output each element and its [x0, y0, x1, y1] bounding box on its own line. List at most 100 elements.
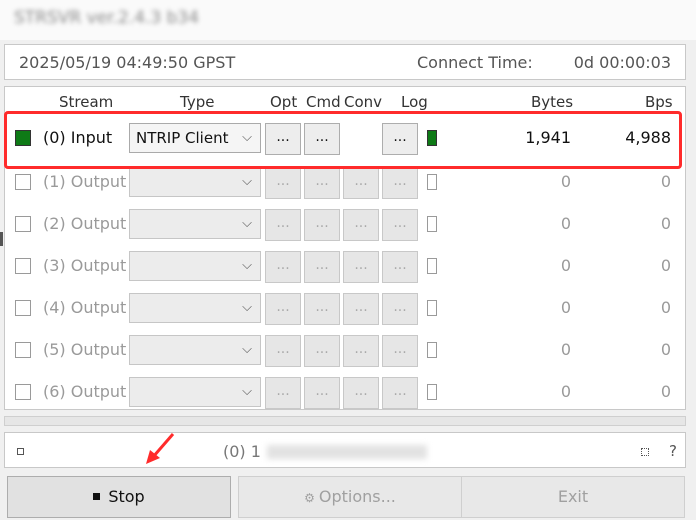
cmd-button-4[interactable]: ...	[304, 293, 340, 325]
exit-label: Exit	[557, 487, 589, 506]
chevron-down-icon: ⌵	[242, 384, 252, 399]
header-conv: Conv	[344, 93, 383, 111]
bytes-value-6: 0	[560, 382, 571, 401]
stop-icon	[93, 493, 101, 500]
bps-value-1: 0	[660, 172, 671, 191]
options-button[interactable]: ⚙ Options...	[238, 476, 462, 518]
bytes-value-5: 0	[560, 340, 571, 359]
window-edge	[0, 232, 3, 246]
chevron-down-icon: ⌵	[242, 342, 252, 357]
opt-button-3[interactable]: ...	[265, 251, 301, 283]
stream-type-select-5[interactable]: ⌵	[129, 335, 261, 365]
log-indicator-1	[427, 174, 437, 190]
log-indicator-3	[427, 258, 437, 274]
log-indicator-6	[427, 384, 437, 400]
header-stream: Stream	[59, 93, 114, 111]
log-indicator-4	[427, 300, 437, 316]
header-type: Type	[180, 93, 215, 111]
connect-time-label: Connect Time:	[417, 53, 533, 72]
stream-type-select-2[interactable]: ⌵	[129, 209, 261, 239]
log-button-0[interactable]: ...	[382, 123, 418, 155]
cmd-button-1[interactable]: ...	[304, 167, 340, 199]
log-indicator-0	[427, 130, 437, 146]
stop-label: Stop	[108, 487, 145, 506]
stream-checkbox-2[interactable]	[15, 216, 31, 232]
stream-row-3: (3) Output ⌵ ... ... ... ... 0 0	[5, 245, 685, 287]
cmd-button-3[interactable]: ...	[304, 251, 340, 283]
options-label: Options...	[318, 487, 396, 506]
stream-row-0: (0) Input NTRIP Client ⌵ ... ... ... 1,9…	[5, 117, 685, 159]
gear-icon: ⚙	[304, 491, 315, 505]
header-opt: Opt	[270, 93, 298, 111]
stream-checkbox-1[interactable]	[15, 174, 31, 190]
conv-button-5[interactable]: ...	[343, 335, 379, 367]
log-button-2[interactable]: ...	[382, 209, 418, 241]
stream-type-select-1[interactable]: ⌵	[129, 167, 261, 197]
log-button-5[interactable]: ...	[382, 335, 418, 367]
header-bytes: Bytes	[531, 93, 574, 111]
exit-button[interactable]: Exit	[461, 476, 685, 518]
annotation-arrow-icon	[146, 433, 175, 464]
log-button-1[interactable]: ...	[382, 167, 418, 199]
cmd-button-5[interactable]: ...	[304, 335, 340, 367]
stream-grid: Stream Type Opt Cmd Conv Log Bytes Bps (…	[4, 86, 686, 410]
message-indicator[interactable]	[17, 448, 24, 455]
log-button-4[interactable]: ...	[382, 293, 418, 325]
stream-row-2: (2) Output ⌵ ... ... ... ... 0 0	[5, 203, 685, 245]
stream-row-4: (4) Output ⌵ ... ... ... ... 0 0	[5, 287, 685, 329]
stream-checkbox-4[interactable]	[15, 300, 31, 316]
stream-type-select-3[interactable]: ⌵	[129, 251, 261, 281]
bytes-value-4: 0	[560, 298, 571, 317]
chevron-down-icon: ⌵	[242, 130, 252, 145]
opt-button-6[interactable]: ...	[265, 377, 301, 409]
stream-checkbox-3[interactable]	[15, 258, 31, 274]
bytes-value-2: 0	[560, 214, 571, 233]
bytes-value-0: 1,941	[525, 128, 571, 147]
stream-label-0: (0) Input	[43, 128, 113, 147]
stream-row-1: (1) Output ⌵ ... ... ... ... 0 0	[5, 161, 685, 203]
log-button-3[interactable]: ...	[382, 251, 418, 283]
stream-checkbox-6[interactable]	[15, 384, 31, 400]
conv-button-3[interactable]: ...	[343, 251, 379, 283]
connect-time-value: 0d 00:00:03	[573, 53, 671, 72]
message-panel: (0) 1 ?	[4, 432, 686, 468]
stream-type-select-0[interactable]: NTRIP Client ⌵	[129, 123, 261, 153]
header-bps: Bps	[645, 93, 673, 111]
conv-button-1[interactable]: ...	[343, 167, 379, 199]
stream-label-6: (6) Output	[43, 382, 127, 401]
stream-type-select-6[interactable]: ⌵	[129, 377, 261, 407]
stream-checkbox-5[interactable]	[15, 342, 31, 358]
stream-type-value-0: NTRIP Client	[136, 129, 229, 147]
opt-button-4[interactable]: ...	[265, 293, 301, 325]
window-title: STRSVR ver.2.4.3 b34	[14, 8, 200, 28]
opt-button-0[interactable]: ...	[265, 123, 301, 155]
conv-button-6[interactable]: ...	[343, 377, 379, 409]
log-indicator-5	[427, 342, 437, 358]
opt-button-2[interactable]: ...	[265, 209, 301, 241]
opt-button-5[interactable]: ...	[265, 335, 301, 367]
cmd-button-2[interactable]: ...	[304, 209, 340, 241]
stream-label-2: (2) Output	[43, 214, 127, 233]
cmd-button-0[interactable]: ...	[304, 123, 340, 155]
bps-value-4: 0	[660, 298, 671, 317]
bps-value-6: 0	[660, 382, 671, 401]
help-icon[interactable]: ?	[669, 442, 677, 460]
bytes-value-1: 0	[560, 172, 571, 191]
stream-checkbox-0[interactable]	[15, 130, 31, 146]
chevron-down-icon: ⌵	[242, 216, 252, 231]
opt-button-1[interactable]: ...	[265, 167, 301, 199]
stop-button[interactable]: Stop	[7, 476, 231, 518]
stream-type-select-4[interactable]: ⌵	[129, 293, 261, 323]
status-panel: 2025/05/19 04:49:50 GPST Connect Time: 0…	[4, 44, 686, 80]
bps-value-3: 0	[660, 256, 671, 275]
stream-label-4: (4) Output	[43, 298, 127, 317]
header-cmd: Cmd	[306, 93, 341, 111]
trace-icon[interactable]	[641, 448, 649, 456]
bps-value-5: 0	[660, 340, 671, 359]
log-button-6[interactable]: ...	[382, 377, 418, 409]
cmd-button-6[interactable]: ...	[304, 377, 340, 409]
stream-label-5: (5) Output	[43, 340, 127, 359]
title-bar: STRSVR ver.2.4.3 b34	[0, 0, 696, 40]
conv-button-2[interactable]: ...	[343, 209, 379, 241]
conv-button-4[interactable]: ...	[343, 293, 379, 325]
